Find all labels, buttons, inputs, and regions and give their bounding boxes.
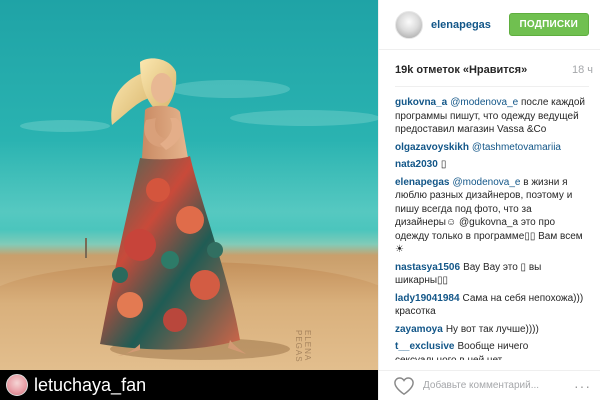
comment-text: в жизни я люблю разных дизайнеров, поэто… <box>395 176 583 256</box>
heart-icon[interactable] <box>393 376 415 396</box>
avatar[interactable] <box>6 374 28 396</box>
list-item: zayamoya Ну вот так лучше)))) <box>395 323 585 337</box>
comment-author[interactable]: olgazavoyskikh <box>395 142 469 153</box>
comments-list: gukovna_a @modenova_e после каждой програ… <box>395 96 585 360</box>
likes-count[interactable]: 19k отметок «Нравится» <box>395 64 572 76</box>
comment-author[interactable]: t__exclusive <box>395 341 455 352</box>
comment-text: ▯ <box>440 159 447 170</box>
comment-author[interactable]: nata2030 <box>395 159 438 170</box>
list-item: t__exclusive Вообще ничего сексуального в… <box>395 340 585 360</box>
likes-row: 19k отметок «Нравится» 18 ч <box>379 60 600 80</box>
follow-button[interactable]: ПОДПИСКИ <box>508 13 589 36</box>
comment-author[interactable]: lady19041984 <box>395 293 460 304</box>
post-author-username[interactable]: elenapegas <box>431 19 509 31</box>
photo-user-handle[interactable]: letuchaya_fan <box>34 375 146 396</box>
comment-author[interactable]: elenapegas <box>395 177 449 188</box>
comment-input[interactable] <box>423 380 574 391</box>
list-item: lady19041984 Сама на себя непохожа))) кра… <box>395 292 585 319</box>
more-options-icon[interactable]: ··· <box>574 378 591 394</box>
list-item: nata2030 ▯ <box>395 158 585 172</box>
comment-author[interactable]: gukovna_a <box>395 97 447 108</box>
comment-mention[interactable]: @modenova_e <box>450 97 518 108</box>
comment-author[interactable]: nastasya1506 <box>395 262 460 273</box>
avatar[interactable] <box>395 10 423 39</box>
comment-text: Ну вот так лучше)))) <box>445 323 539 335</box>
list-item: nastasya1506 Вау Вау это ▯ вы шикарны▯▯ <box>395 261 585 288</box>
photo-watermark: ELENA PEGAS <box>294 330 312 363</box>
post-header: elenapegas ПОДПИСКИ <box>379 0 600 50</box>
list-item: gukovna_a @modenova_e после каждой програ… <box>395 96 585 137</box>
photo-user-bar: letuchaya_fan <box>0 370 378 400</box>
comment-footer: ··· <box>379 370 600 400</box>
post-side-panel: elenapegas ПОДПИСКИ 19k отметок «Нравитс… <box>378 0 600 400</box>
divider <box>395 86 589 87</box>
comment-mention[interactable]: @modenova_e <box>452 177 520 188</box>
woman-figure <box>100 58 246 356</box>
comment-mention[interactable]: @tashmetovamariia <box>472 142 561 153</box>
list-item: elenapegas @modenova_e в жизни я люблю ра… <box>395 176 585 257</box>
post-time[interactable]: 18 ч <box>572 64 593 76</box>
list-item: olgazavoyskikh @tashmetovamariia <box>395 141 585 155</box>
post-photo[interactable]: ELENA PEGAS <box>0 0 378 370</box>
comment-author[interactable]: zayamoya <box>395 324 443 335</box>
